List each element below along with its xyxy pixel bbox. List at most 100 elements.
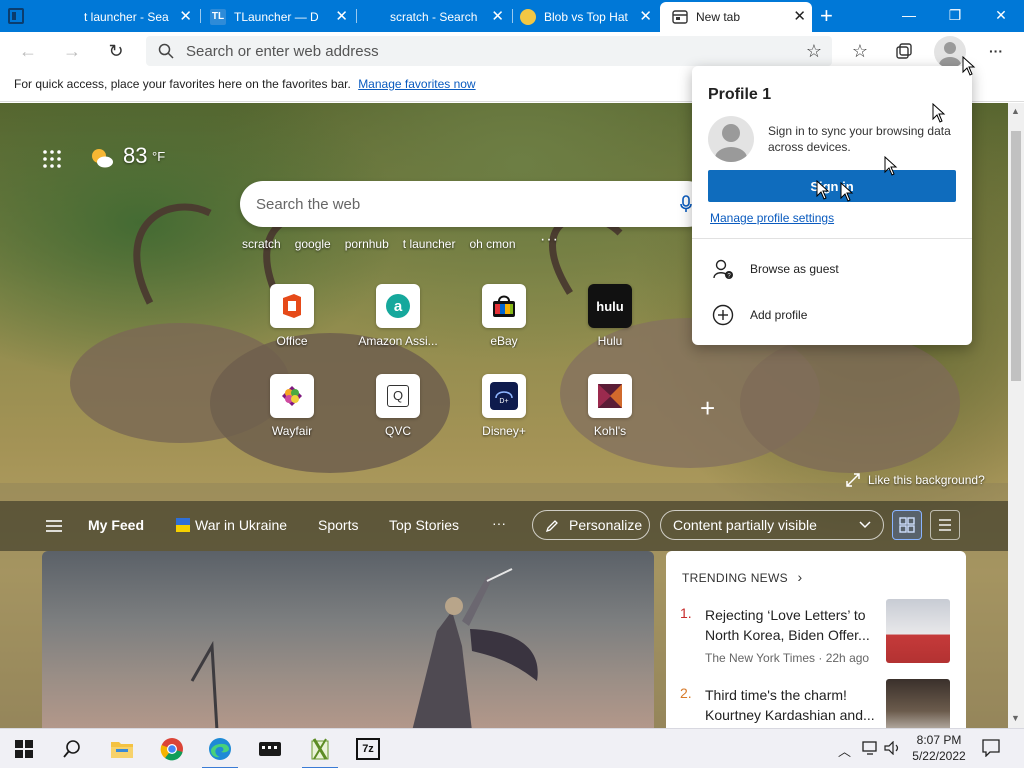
like-background-link[interactable]: Like this background? bbox=[846, 473, 985, 487]
quick-search-link[interactable]: oh cmon bbox=[469, 237, 515, 251]
volume-icon[interactable] bbox=[884, 740, 902, 758]
tab-t-launcher-search[interactable]: t launcher - Sea ✕ bbox=[52, 2, 198, 32]
apps-grid-icon[interactable] bbox=[42, 149, 62, 169]
network-icon[interactable] bbox=[862, 741, 880, 758]
weather-temperature[interactable]: 83 bbox=[123, 143, 147, 169]
add-site-plus-icon[interactable]: + bbox=[700, 393, 715, 424]
add-favorite-star-icon[interactable]: ☆ bbox=[806, 41, 822, 62]
top-site-kohls[interactable]: Kohl's bbox=[565, 374, 655, 438]
new-tab-plus-icon[interactable]: + bbox=[820, 5, 833, 27]
qvc-tile-text: Q bbox=[387, 385, 409, 407]
new-tab-page-icon bbox=[672, 10, 688, 24]
pencil-icon bbox=[545, 520, 558, 533]
feed-more-icon[interactable]: ··· bbox=[492, 515, 506, 531]
restore-button[interactable]: ❐ bbox=[932, 3, 978, 29]
top-site-wayfair[interactable]: Wayfair bbox=[247, 374, 337, 438]
browse-as-guest-item[interactable]: ? Browse as guest bbox=[712, 257, 839, 281]
content-visibility-dropdown[interactable]: Content partially visible bbox=[660, 510, 884, 540]
quick-search-link[interactable]: pornhub bbox=[345, 237, 389, 251]
top-site-office[interactable]: Office bbox=[247, 284, 337, 348]
hero-image bbox=[190, 568, 538, 728]
trending-news-heading[interactable]: TRENDING NEWS › bbox=[682, 569, 803, 585]
feed-tab-sports[interactable]: Sports bbox=[318, 517, 358, 533]
favorites-icon[interactable]: ☆ bbox=[846, 38, 874, 64]
grid-layout-button[interactable] bbox=[892, 510, 922, 540]
manage-profile-settings-link[interactable]: Manage profile settings bbox=[710, 211, 834, 225]
top-site-hulu[interactable]: hulu Hulu bbox=[565, 284, 655, 348]
microphone-icon[interactable] bbox=[680, 195, 692, 213]
taskbar-search-button[interactable] bbox=[48, 729, 96, 768]
taskbar-chrome[interactable] bbox=[148, 729, 196, 768]
settings-more-button[interactable]: ··· bbox=[982, 38, 1010, 64]
forward-button[interactable]: → bbox=[58, 38, 86, 64]
refresh-button[interactable]: ↻ bbox=[102, 38, 130, 64]
svg-text:D+: D+ bbox=[499, 398, 508, 405]
tab-actions-menu-icon[interactable] bbox=[8, 8, 24, 24]
notepad-plus-icon bbox=[311, 738, 329, 760]
clock-time: 8:07 PM bbox=[916, 733, 962, 747]
trending-rank: 1. bbox=[680, 605, 692, 621]
chevron-down-icon bbox=[859, 521, 871, 529]
scroll-down-arrow-icon[interactable]: ▼ bbox=[1011, 713, 1020, 723]
top-site-disney-plus[interactable]: D+ Disney+ bbox=[459, 374, 549, 438]
tab-scratch-search[interactable]: scratch - Search ✕ bbox=[360, 2, 510, 32]
collections-icon[interactable] bbox=[890, 38, 918, 64]
tab-close-icon[interactable]: ✕ bbox=[639, 9, 652, 24]
add-profile-item[interactable]: Add profile bbox=[712, 303, 807, 327]
page-scrollbar[interactable]: ▲ ▼ bbox=[1008, 103, 1024, 728]
show-hidden-icons-chevron-icon[interactable]: ︿ bbox=[838, 741, 851, 760]
scroll-up-arrow-icon[interactable]: ▲ bbox=[1011, 106, 1020, 116]
close-window-button[interactable]: ✕ bbox=[978, 3, 1024, 29]
top-site-ebay[interactable]: eBay bbox=[459, 284, 549, 348]
feed-tab-top-stories[interactable]: Top Stories bbox=[389, 517, 459, 533]
guest-user-icon: ? bbox=[713, 259, 733, 280]
personalize-button[interactable]: Personalize bbox=[532, 510, 650, 540]
quick-search-more-icon[interactable]: ··· bbox=[540, 231, 559, 249]
quick-search-link[interactable]: t launcher bbox=[403, 237, 456, 251]
scrollbar-thumb[interactable] bbox=[1011, 131, 1021, 381]
taskbar-clock[interactable]: 8:07 PM 5/22/2022 bbox=[904, 732, 974, 764]
tab-blob-vs-top-hat[interactable]: Blob vs Top Hat ✕ bbox=[516, 2, 658, 32]
hulu-icon: hulu bbox=[588, 284, 632, 328]
weather-unit[interactable]: °F bbox=[152, 149, 165, 164]
sign-in-button[interactable]: Sign in bbox=[708, 170, 956, 202]
top-site-qvc[interactable]: Q QVC bbox=[353, 374, 443, 438]
feed-tab-my-feed[interactable]: My Feed bbox=[88, 517, 144, 533]
taskbar-notepad-plus[interactable] bbox=[296, 729, 344, 768]
notifications-icon[interactable] bbox=[982, 739, 1000, 760]
tab-close-icon[interactable]: ✕ bbox=[793, 9, 806, 24]
7zip-icon: 7z bbox=[356, 738, 380, 760]
mouse-cursor-icon bbox=[816, 180, 830, 200]
tab-tlauncher[interactable]: TL TLauncher — Do ✕ bbox=[204, 2, 354, 32]
tab-close-icon[interactable]: ✕ bbox=[179, 9, 192, 24]
game-app-icon bbox=[259, 742, 281, 756]
trending-news-card: TRENDING NEWS › 1. Rejecting ‘Love Lette… bbox=[666, 551, 966, 728]
taskbar-game-app[interactable] bbox=[246, 729, 294, 768]
feed-tab-war-in-ukraine[interactable]: War in Ukraine bbox=[195, 517, 287, 533]
hamburger-menu-icon[interactable] bbox=[46, 520, 62, 532]
back-button[interactable]: ← bbox=[14, 38, 42, 64]
taskbar-7zip[interactable]: 7z bbox=[344, 729, 392, 768]
tab-close-icon[interactable]: ✕ bbox=[335, 9, 348, 24]
partly-sunny-weather-icon[interactable] bbox=[90, 147, 114, 169]
tab-new-tab[interactable]: New tab ✕ bbox=[660, 2, 812, 32]
taskbar-edge[interactable] bbox=[196, 729, 244, 768]
taskbar-file-explorer[interactable] bbox=[98, 729, 146, 768]
feed-hero-card[interactable] bbox=[42, 551, 654, 728]
manage-favorites-link[interactable]: Manage favorites now bbox=[358, 77, 475, 91]
tab-close-icon[interactable]: ✕ bbox=[491, 9, 504, 24]
ukraine-flag-icon bbox=[176, 518, 190, 532]
start-button[interactable] bbox=[0, 729, 48, 768]
web-search-input[interactable] bbox=[256, 181, 676, 227]
top-site-amazon-assistant[interactable]: a Amazon Assi... bbox=[353, 284, 443, 348]
quick-search-link[interactable]: google bbox=[295, 237, 331, 251]
address-input[interactable] bbox=[186, 36, 786, 66]
address-bar[interactable]: ☆ bbox=[146, 36, 832, 66]
expand-icon bbox=[846, 473, 860, 487]
folder-icon bbox=[111, 742, 133, 758]
trending-thumbnail bbox=[886, 599, 950, 663]
minimize-button[interactable]: — bbox=[886, 3, 932, 29]
quick-search-link[interactable]: scratch bbox=[242, 237, 281, 251]
list-layout-button[interactable] bbox=[930, 510, 960, 540]
web-search-box[interactable] bbox=[240, 181, 710, 227]
